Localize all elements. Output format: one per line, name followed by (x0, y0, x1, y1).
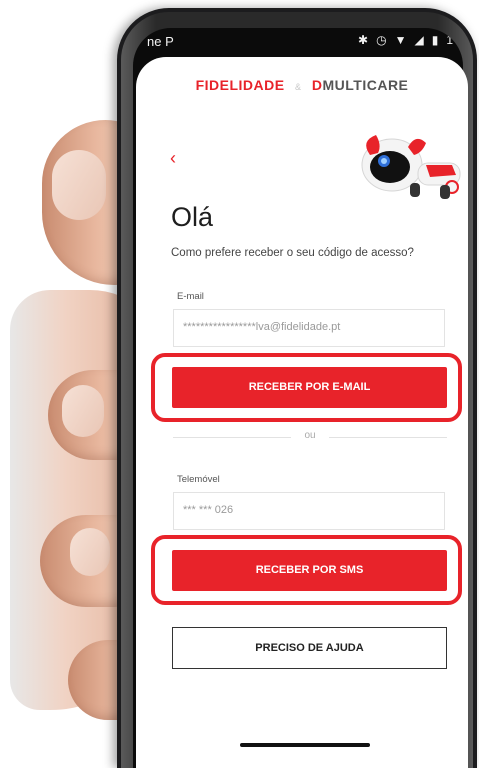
middle-nail (70, 528, 110, 576)
carrier-label: ne P (147, 34, 174, 49)
page-title: Olá (171, 202, 214, 232)
phone-field[interactable]: *** *** 026 (173, 492, 445, 530)
divider-line-right (329, 437, 447, 438)
fidelidade-logo: FIDELIDADE (195, 77, 285, 93)
multicare-logo: MULTICARE (322, 77, 409, 93)
home-indicator[interactable] (240, 743, 370, 747)
signal-icon: ◢ (414, 33, 424, 47)
divider-text: ou (304, 430, 316, 441)
status-icons: ✱ ◷ ▼ ◢ ▮ 1 (358, 33, 453, 47)
chevron-left-icon[interactable]: ‹ (170, 148, 176, 169)
divider: ou (173, 430, 447, 441)
status-bar: ne P ✱ ◷ ▼ ◢ ▮ 1 (133, 28, 463, 54)
bluetooth-icon: ✱ (358, 33, 369, 47)
battery-text: 1 (446, 33, 453, 47)
robot-dog-illustration (361, 135, 461, 199)
index-nail (62, 385, 104, 437)
thumb-nail (52, 150, 106, 220)
receive-sms-button[interactable]: RECEBER POR SMS (172, 550, 447, 591)
brand-amp: & (294, 82, 302, 92)
wifi-icon: ▼ (394, 33, 407, 47)
email-field[interactable]: *****************lva@fidelidade.pt (173, 309, 445, 347)
battery-icon: ▮ (431, 33, 439, 47)
app-screen: FIDELIDADE & DMULTICARE ‹ Olá Como prefe… (136, 57, 468, 768)
receive-email-button[interactable]: RECEBER POR E-MAIL (172, 367, 447, 408)
alarm-icon: ◷ (376, 33, 387, 47)
page-subtitle: Como prefere receber o seu código de ace… (171, 247, 414, 259)
email-label: E-mail (177, 291, 204, 302)
brand-logo: FIDELIDADE & DMULTICARE (136, 77, 468, 93)
phone-label: Telemóvel (177, 474, 220, 485)
help-button[interactable]: PRECISO DE AJUDA (172, 627, 447, 669)
multicare-mark: D (311, 77, 323, 93)
divider-line-left (173, 437, 291, 438)
